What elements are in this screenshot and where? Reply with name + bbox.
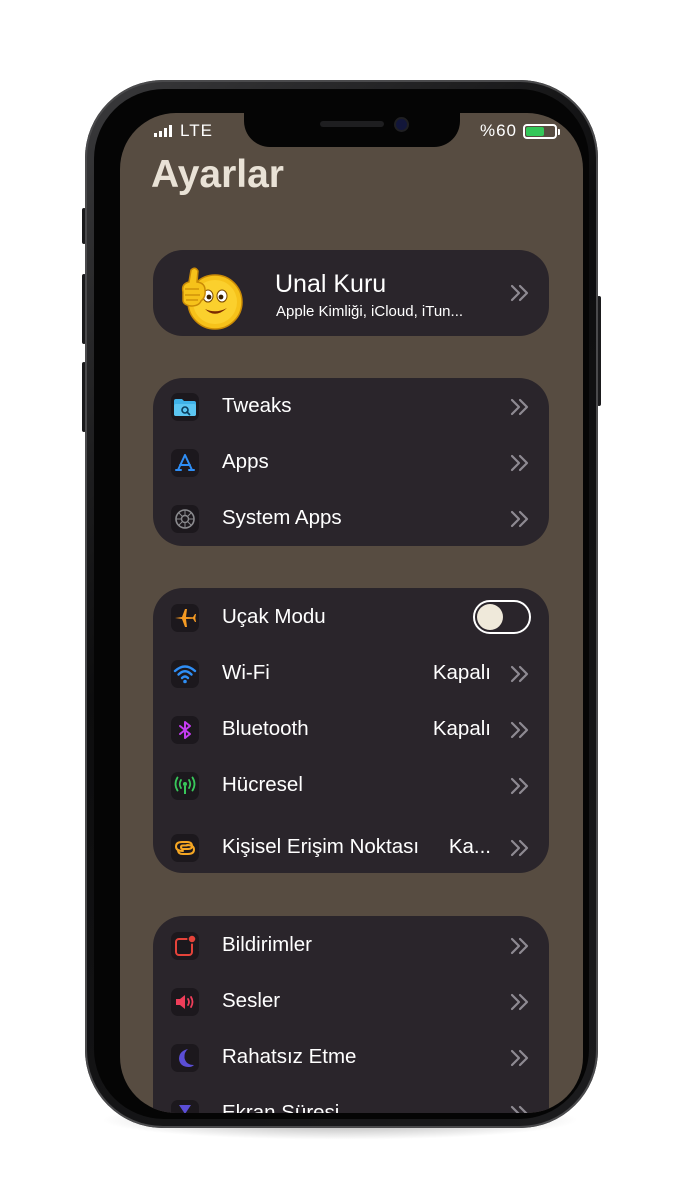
hourglass-icon [171, 1100, 199, 1113]
cellular-antenna-icon [171, 772, 199, 800]
hotspot-link-icon [171, 834, 199, 862]
status-bar-right: %60 [479, 119, 560, 143]
row-label: Kişisel Erişim Noktası [222, 835, 420, 858]
airplane-icon [171, 604, 199, 632]
thumbs-up-emoji-avatar-icon [181, 267, 243, 330]
chevron-right-icon [509, 935, 531, 957]
chevron-right-icon [509, 282, 531, 304]
folder-search-icon [171, 393, 199, 421]
chevron-right-icon [509, 396, 531, 418]
connectivity-group: Uçak Modu Wi-Fi Kapalı Bluetooth Kapalı … [153, 588, 549, 873]
chevron-right-icon [509, 452, 531, 474]
row-do-not-disturb[interactable]: Rahatsız Etme [153, 1029, 549, 1085]
phone-bezel: LTE %60 Ayarlar Unal Kuru Apple Kimliği,… [94, 89, 589, 1119]
row-label: Wi-Fi [222, 661, 270, 684]
row-label: Tweaks [222, 394, 292, 417]
battery-level-fill [526, 126, 544, 136]
wifi-icon [171, 660, 199, 688]
row-label: Ekran Süresi [222, 1101, 340, 1113]
apple-id-profile-card[interactable]: Unal Kuru Apple Kimliği, iCloud, iTun... [153, 250, 549, 336]
chevron-right-icon [509, 719, 531, 741]
battery-percentage: %60 [479, 121, 517, 140]
earpiece-speaker [320, 121, 384, 127]
row-wifi[interactable]: Wi-Fi Kapalı [153, 645, 549, 701]
chevron-right-icon [509, 1047, 531, 1069]
system-settings-icon [171, 505, 199, 533]
row-label: Rahatsız Etme [222, 1045, 357, 1068]
profile-subtitle: Apple Kimliği, iCloud, iTun... [276, 303, 464, 320]
row-personal-hotspot[interactable]: Kişisel Erişim Noktası Ka... [153, 819, 549, 873]
page-title: Ayarlar [151, 153, 284, 196]
moon-icon [171, 1044, 199, 1072]
row-label: Apps [222, 450, 269, 473]
row-apps[interactable]: Apps [153, 434, 549, 490]
profile-name: Unal Kuru [275, 270, 387, 298]
battery-icon [523, 123, 560, 139]
row-label: System Apps [222, 506, 342, 529]
wifi-status-value: Kapalı [432, 661, 491, 684]
notch [244, 113, 460, 147]
settings-screen: LTE %60 Ayarlar Unal Kuru Apple Kimliği,… [120, 113, 583, 1113]
row-label: Hücresel [222, 773, 303, 796]
row-tweaks[interactable]: Tweaks [153, 378, 549, 434]
carrier-label: LTE [180, 121, 213, 140]
phone-frame: LTE %60 Ayarlar Unal Kuru Apple Kimliği,… [85, 80, 598, 1128]
row-label: Bildirimler [222, 933, 312, 956]
hotspot-status-value: Ka... [448, 835, 491, 858]
row-notifications[interactable]: Bildirimler [153, 917, 549, 973]
tweaks-group: Tweaks Apps System Apps [153, 378, 549, 546]
row-label: Bluetooth [222, 717, 309, 740]
bluetooth-status-value: Kapalı [432, 717, 491, 740]
airplane-mode-toggle[interactable] [473, 600, 531, 634]
chevron-right-icon [509, 775, 531, 797]
row-sounds[interactable]: Sesler [153, 973, 549, 1029]
app-store-icon [171, 449, 199, 477]
front-camera [396, 119, 407, 130]
chevron-right-icon [509, 837, 531, 859]
toggle-knob [477, 604, 503, 630]
row-system-apps[interactable]: System Apps [153, 490, 549, 546]
status-bar-left: LTE [154, 119, 213, 143]
cellular-signal-icon [154, 125, 172, 137]
chevron-right-icon [509, 1103, 531, 1113]
row-label: Sesler [222, 989, 281, 1012]
row-airplane-mode: Uçak Modu [153, 589, 549, 645]
row-bluetooth[interactable]: Bluetooth Kapalı [153, 701, 549, 757]
notifications-group: Bildirimler Sesler Rahatsız Etme Ekran S… [153, 916, 549, 1113]
chevron-right-icon [509, 508, 531, 530]
chevron-right-icon [509, 663, 531, 685]
sounds-icon [171, 988, 199, 1016]
row-label: Uçak Modu [222, 605, 326, 628]
row-cellular[interactable]: Hücresel [153, 757, 549, 813]
chevron-right-icon [509, 991, 531, 1013]
bluetooth-icon [171, 716, 199, 744]
notifications-icon [171, 932, 199, 960]
row-screen-time[interactable]: Ekran Süresi [153, 1085, 549, 1113]
